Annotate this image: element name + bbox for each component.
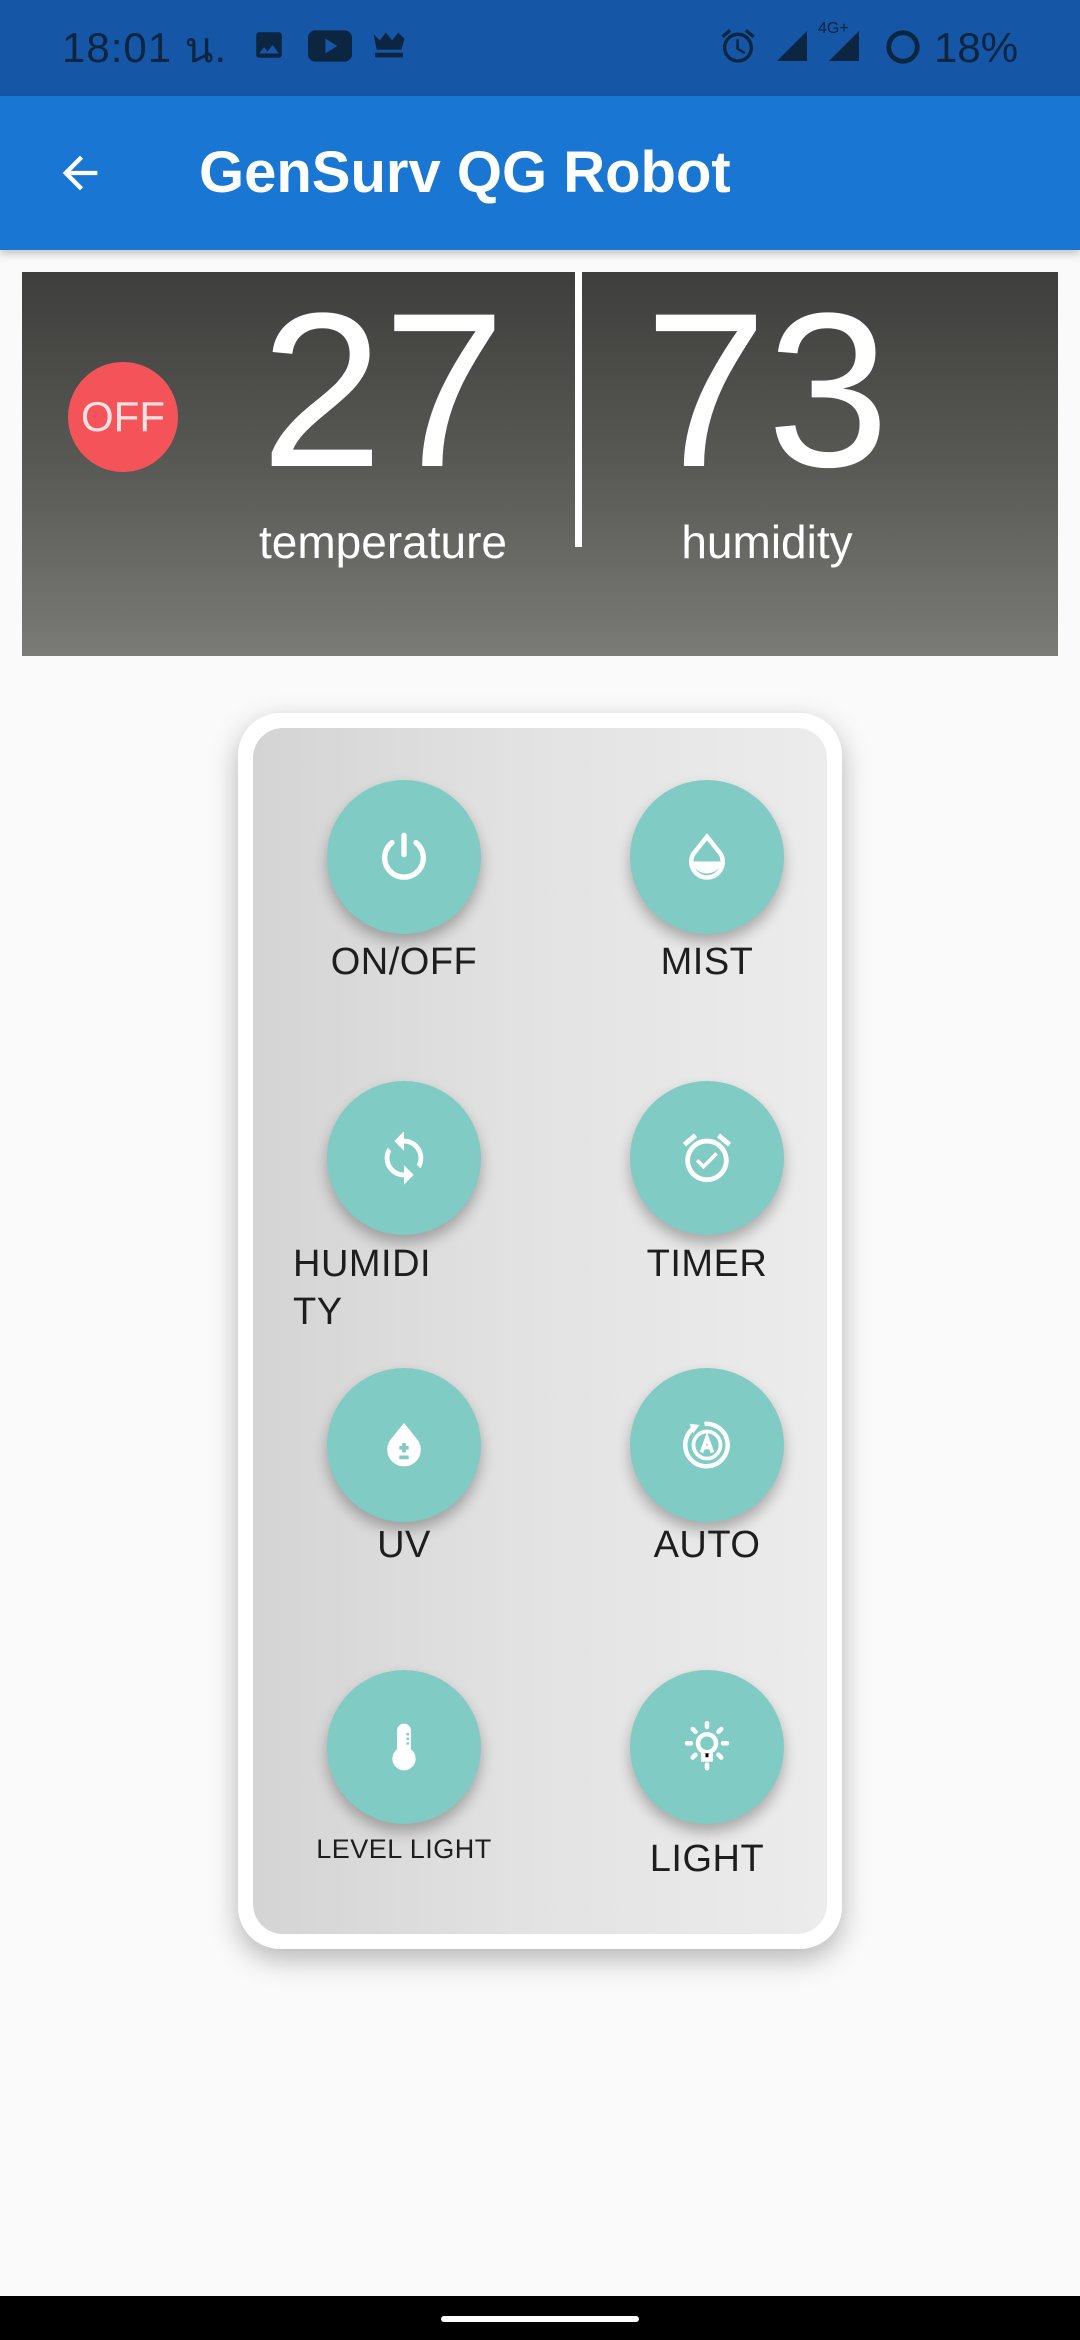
- mist-button-label: MIST: [660, 941, 754, 983]
- level-light-button[interactable]: [327, 1670, 481, 1824]
- drop-plus-minus-icon: [387, 1422, 421, 1467]
- sensor-panel: OFF 27 temperature 73 humidity: [22, 272, 1058, 656]
- power-button[interactable]: [327, 780, 481, 934]
- humidity-value: 73: [644, 267, 890, 513]
- auto-button-label: AUTO: [653, 1524, 761, 1566]
- status-bar: 18:01 น. 4G+ 18%: [0, 0, 1080, 96]
- alarm-check-icon: [682, 1133, 732, 1183]
- light-button-label: LIGHT: [649, 1838, 765, 1880]
- timer-button-label: TIMER: [646, 1243, 768, 1285]
- alarm-icon: [721, 29, 755, 63]
- auto-mode-icon: [682, 1421, 730, 1469]
- mist-button[interactable]: [630, 780, 784, 934]
- humidity-label: humidity: [681, 516, 853, 568]
- temperature-label: temperature: [258, 516, 507, 568]
- temperature-value: 27: [260, 267, 506, 513]
- power-status-badge[interactable]: OFF: [68, 362, 178, 472]
- uv-button[interactable]: [327, 1368, 481, 1522]
- signal-icon: [829, 31, 859, 61]
- battery-saver-icon: [886, 30, 920, 64]
- thermometer-icon: [392, 1723, 416, 1771]
- line-app-icon: [373, 32, 405, 58]
- light-button[interactable]: [630, 1670, 784, 1824]
- auto-button[interactable]: [630, 1368, 784, 1522]
- level-light-button-label: LEVEL LIGHT: [316, 1834, 492, 1864]
- humidity-button[interactable]: [327, 1081, 481, 1235]
- app-bar: GenSurv QG Robot: [0, 96, 1080, 250]
- page-title: GenSurv QG Robot: [199, 140, 731, 205]
- youtube-icon: [308, 30, 352, 62]
- arrow-back-icon: [62, 155, 98, 191]
- water-drop-icon: [689, 833, 725, 880]
- light-bulb-icon: [684, 1721, 730, 1771]
- uv-button-label: UV: [377, 1524, 431, 1566]
- remote-control-panel: ON/OFF MIST HUMIDITY TIMER UV AUTO LEVEL…: [253, 728, 827, 1934]
- remote-control-card: ON/OFF MIST HUMIDITY TIMER UV AUTO LEVEL…: [238, 713, 842, 1949]
- sync-icon: [384, 1131, 424, 1185]
- home-indicator[interactable]: [441, 2316, 639, 2322]
- back-button[interactable]: [40, 133, 120, 213]
- status-time: 18:01 น.: [62, 24, 228, 71]
- timer-button[interactable]: [630, 1081, 784, 1235]
- gallery-icon: [256, 32, 282, 58]
- system-nav-bar: [0, 2296, 1080, 2340]
- battery-percentage: 18%: [934, 24, 1019, 71]
- panel-divider: [575, 272, 582, 547]
- humidity-button-label: HUMIDITY: [293, 1243, 432, 1333]
- power-icon: [382, 832, 426, 880]
- signal-icon: [777, 31, 807, 61]
- power-button-label: ON/OFF: [330, 941, 478, 983]
